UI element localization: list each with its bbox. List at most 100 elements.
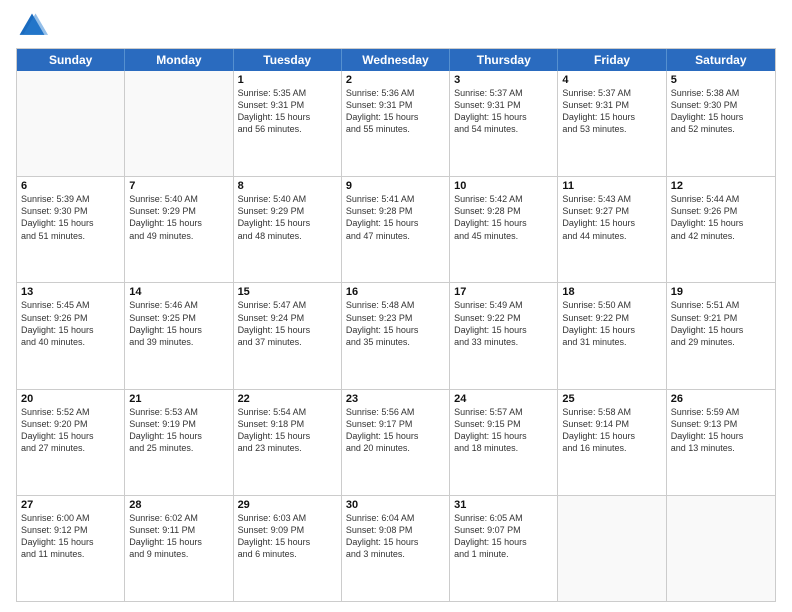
day-number: 4 [562, 74, 661, 86]
day-cell-26: 26Sunrise: 5:59 AMSunset: 9:13 PMDayligh… [667, 390, 775, 495]
empty-cell [125, 71, 233, 176]
day-number: 31 [454, 499, 553, 511]
calendar-row-3: 20Sunrise: 5:52 AMSunset: 9:20 PMDayligh… [17, 390, 775, 496]
day-number: 9 [346, 180, 445, 192]
header-day-friday: Friday [558, 49, 666, 71]
day-number: 7 [129, 180, 228, 192]
day-cell-29: 29Sunrise: 6:03 AMSunset: 9:09 PMDayligh… [234, 496, 342, 601]
page: SundayMondayTuesdayWednesdayThursdayFrid… [0, 0, 792, 612]
logo-icon [16, 10, 48, 42]
day-info: Sunrise: 5:43 AMSunset: 9:27 PMDaylight:… [562, 193, 661, 242]
day-number: 8 [238, 180, 337, 192]
day-number: 25 [562, 393, 661, 405]
day-info: Sunrise: 5:48 AMSunset: 9:23 PMDaylight:… [346, 299, 445, 348]
day-number: 11 [562, 180, 661, 192]
calendar-row-4: 27Sunrise: 6:00 AMSunset: 9:12 PMDayligh… [17, 496, 775, 601]
day-info: Sunrise: 6:02 AMSunset: 9:11 PMDaylight:… [129, 512, 228, 561]
day-info: Sunrise: 5:37 AMSunset: 9:31 PMDaylight:… [562, 87, 661, 136]
day-info: Sunrise: 6:00 AMSunset: 9:12 PMDaylight:… [21, 512, 120, 561]
day-info: Sunrise: 5:59 AMSunset: 9:13 PMDaylight:… [671, 406, 771, 455]
day-number: 23 [346, 393, 445, 405]
day-number: 1 [238, 74, 337, 86]
day-cell-25: 25Sunrise: 5:58 AMSunset: 9:14 PMDayligh… [558, 390, 666, 495]
day-number: 27 [21, 499, 120, 511]
calendar: SundayMondayTuesdayWednesdayThursdayFrid… [16, 48, 776, 602]
day-number: 10 [454, 180, 553, 192]
header-day-thursday: Thursday [450, 49, 558, 71]
day-number: 26 [671, 393, 771, 405]
header-day-sunday: Sunday [17, 49, 125, 71]
day-info: Sunrise: 5:56 AMSunset: 9:17 PMDaylight:… [346, 406, 445, 455]
day-info: Sunrise: 5:58 AMSunset: 9:14 PMDaylight:… [562, 406, 661, 455]
day-cell-28: 28Sunrise: 6:02 AMSunset: 9:11 PMDayligh… [125, 496, 233, 601]
day-number: 22 [238, 393, 337, 405]
day-cell-3: 3Sunrise: 5:37 AMSunset: 9:31 PMDaylight… [450, 71, 558, 176]
day-cell-12: 12Sunrise: 5:44 AMSunset: 9:26 PMDayligh… [667, 177, 775, 282]
day-number: 18 [562, 286, 661, 298]
day-cell-6: 6Sunrise: 5:39 AMSunset: 9:30 PMDaylight… [17, 177, 125, 282]
header-day-monday: Monday [125, 49, 233, 71]
day-number: 16 [346, 286, 445, 298]
day-cell-20: 20Sunrise: 5:52 AMSunset: 9:20 PMDayligh… [17, 390, 125, 495]
day-info: Sunrise: 5:49 AMSunset: 9:22 PMDaylight:… [454, 299, 553, 348]
header [16, 10, 776, 42]
day-cell-7: 7Sunrise: 5:40 AMSunset: 9:29 PMDaylight… [125, 177, 233, 282]
calendar-body: 1Sunrise: 5:35 AMSunset: 9:31 PMDaylight… [17, 71, 775, 601]
day-number: 21 [129, 393, 228, 405]
day-info: Sunrise: 5:42 AMSunset: 9:28 PMDaylight:… [454, 193, 553, 242]
day-number: 30 [346, 499, 445, 511]
day-cell-2: 2Sunrise: 5:36 AMSunset: 9:31 PMDaylight… [342, 71, 450, 176]
day-info: Sunrise: 5:39 AMSunset: 9:30 PMDaylight:… [21, 193, 120, 242]
day-number: 28 [129, 499, 228, 511]
day-cell-23: 23Sunrise: 5:56 AMSunset: 9:17 PMDayligh… [342, 390, 450, 495]
day-number: 15 [238, 286, 337, 298]
day-cell-14: 14Sunrise: 5:46 AMSunset: 9:25 PMDayligh… [125, 283, 233, 388]
day-number: 20 [21, 393, 120, 405]
day-number: 2 [346, 74, 445, 86]
day-cell-19: 19Sunrise: 5:51 AMSunset: 9:21 PMDayligh… [667, 283, 775, 388]
logo [16, 10, 52, 42]
day-cell-1: 1Sunrise: 5:35 AMSunset: 9:31 PMDaylight… [234, 71, 342, 176]
day-info: Sunrise: 5:57 AMSunset: 9:15 PMDaylight:… [454, 406, 553, 455]
empty-cell [558, 496, 666, 601]
day-info: Sunrise: 5:40 AMSunset: 9:29 PMDaylight:… [238, 193, 337, 242]
day-info: Sunrise: 5:41 AMSunset: 9:28 PMDaylight:… [346, 193, 445, 242]
day-info: Sunrise: 5:46 AMSunset: 9:25 PMDaylight:… [129, 299, 228, 348]
calendar-row-0: 1Sunrise: 5:35 AMSunset: 9:31 PMDaylight… [17, 71, 775, 177]
header-day-wednesday: Wednesday [342, 49, 450, 71]
empty-cell [667, 496, 775, 601]
day-cell-24: 24Sunrise: 5:57 AMSunset: 9:15 PMDayligh… [450, 390, 558, 495]
day-number: 19 [671, 286, 771, 298]
day-cell-15: 15Sunrise: 5:47 AMSunset: 9:24 PMDayligh… [234, 283, 342, 388]
calendar-header: SundayMondayTuesdayWednesdayThursdayFrid… [17, 49, 775, 71]
day-number: 17 [454, 286, 553, 298]
day-cell-10: 10Sunrise: 5:42 AMSunset: 9:28 PMDayligh… [450, 177, 558, 282]
day-cell-31: 31Sunrise: 6:05 AMSunset: 9:07 PMDayligh… [450, 496, 558, 601]
day-info: Sunrise: 5:53 AMSunset: 9:19 PMDaylight:… [129, 406, 228, 455]
day-info: Sunrise: 6:03 AMSunset: 9:09 PMDaylight:… [238, 512, 337, 561]
day-cell-5: 5Sunrise: 5:38 AMSunset: 9:30 PMDaylight… [667, 71, 775, 176]
day-info: Sunrise: 5:51 AMSunset: 9:21 PMDaylight:… [671, 299, 771, 348]
day-info: Sunrise: 6:04 AMSunset: 9:08 PMDaylight:… [346, 512, 445, 561]
day-info: Sunrise: 5:40 AMSunset: 9:29 PMDaylight:… [129, 193, 228, 242]
day-cell-8: 8Sunrise: 5:40 AMSunset: 9:29 PMDaylight… [234, 177, 342, 282]
empty-cell [17, 71, 125, 176]
day-info: Sunrise: 5:52 AMSunset: 9:20 PMDaylight:… [21, 406, 120, 455]
day-cell-16: 16Sunrise: 5:48 AMSunset: 9:23 PMDayligh… [342, 283, 450, 388]
day-info: Sunrise: 5:45 AMSunset: 9:26 PMDaylight:… [21, 299, 120, 348]
day-info: Sunrise: 5:50 AMSunset: 9:22 PMDaylight:… [562, 299, 661, 348]
day-cell-18: 18Sunrise: 5:50 AMSunset: 9:22 PMDayligh… [558, 283, 666, 388]
day-cell-30: 30Sunrise: 6:04 AMSunset: 9:08 PMDayligh… [342, 496, 450, 601]
day-number: 12 [671, 180, 771, 192]
day-number: 29 [238, 499, 337, 511]
day-info: Sunrise: 5:47 AMSunset: 9:24 PMDaylight:… [238, 299, 337, 348]
day-number: 13 [21, 286, 120, 298]
day-number: 6 [21, 180, 120, 192]
day-cell-22: 22Sunrise: 5:54 AMSunset: 9:18 PMDayligh… [234, 390, 342, 495]
day-info: Sunrise: 5:36 AMSunset: 9:31 PMDaylight:… [346, 87, 445, 136]
header-day-saturday: Saturday [667, 49, 775, 71]
day-number: 3 [454, 74, 553, 86]
day-number: 14 [129, 286, 228, 298]
day-cell-9: 9Sunrise: 5:41 AMSunset: 9:28 PMDaylight… [342, 177, 450, 282]
calendar-row-2: 13Sunrise: 5:45 AMSunset: 9:26 PMDayligh… [17, 283, 775, 389]
